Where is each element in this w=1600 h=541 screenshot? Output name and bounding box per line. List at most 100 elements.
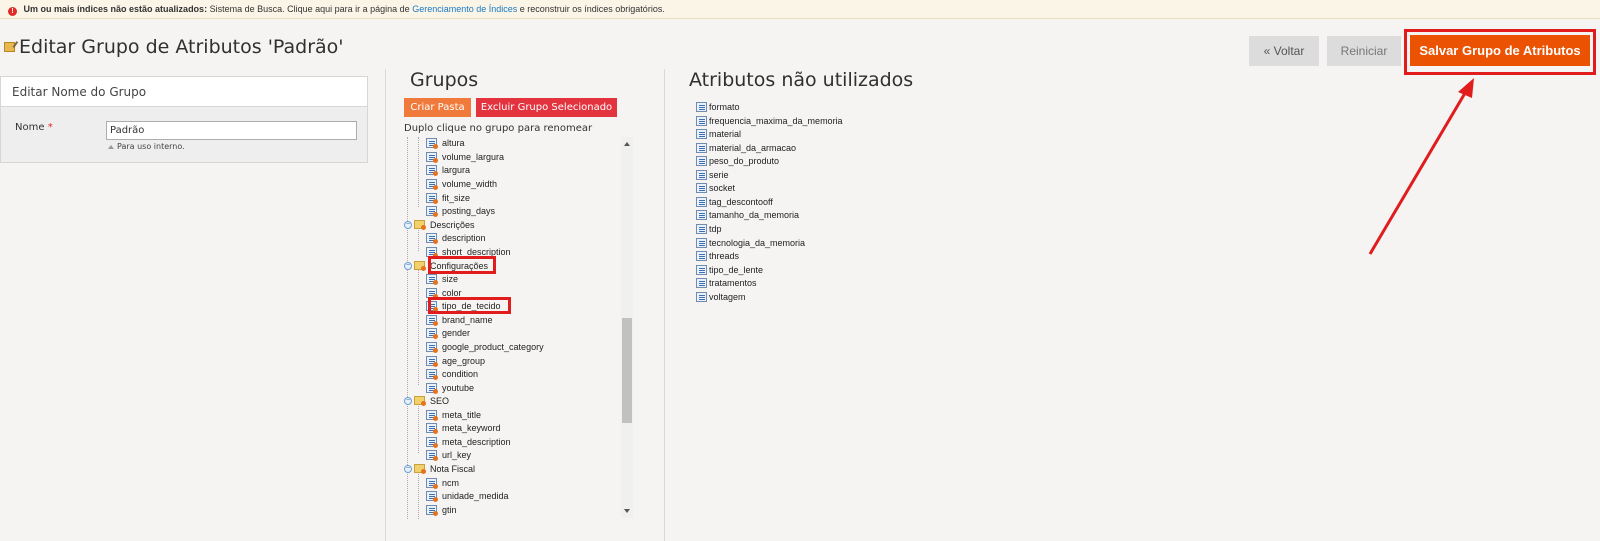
index-management-link[interactable]: Gerenciamento de Índices	[412, 4, 517, 14]
tree-item-label: meta_keyword	[442, 423, 501, 433]
save-attribute-set-button[interactable]: Salvar Grupo de Atributos	[1410, 35, 1590, 66]
attribute-icon	[426, 274, 438, 285]
warning-text: Sistema de Busca. Clique aqui para ir a …	[207, 4, 413, 14]
collapse-toggle-icon[interactable]: −	[404, 221, 412, 229]
tree-item-label: condition	[442, 369, 479, 379]
internal-use-note-text: Para uso interno.	[117, 142, 185, 151]
back-button[interactable]: « Voltar	[1249, 36, 1319, 66]
unused-attribute-label: material	[709, 129, 742, 139]
annotation-arrow	[1368, 78, 1474, 255]
folder-icon	[414, 220, 426, 230]
tree-item-label: brand_name	[442, 315, 493, 325]
attribute-icon	[696, 156, 707, 166]
attribute-icon	[426, 505, 438, 516]
tree-item-label: size	[442, 274, 459, 284]
delete-group-button[interactable]: Excluir Grupo Selecionado	[476, 98, 617, 117]
tree-item-label: largura	[442, 165, 471, 175]
collapse-toggle-icon[interactable]: −	[404, 262, 412, 270]
tree-guide-line	[418, 137, 419, 207]
name-field-label: Nome *	[15, 122, 53, 133]
collapse-toggle-icon[interactable]: −	[404, 397, 412, 405]
tree-item-label: ncm	[442, 478, 460, 488]
tree-item-label: unidade_medida	[442, 491, 509, 501]
tree-item-label: fit_size	[442, 193, 471, 203]
unused-attribute-label: formato	[709, 102, 740, 112]
name-label-text: Nome	[15, 122, 45, 133]
unused-attributes-heading: Atributos não utilizados	[689, 69, 914, 91]
attribute-icon	[426, 206, 438, 217]
attribute-icon	[426, 356, 438, 367]
attribute-icon	[426, 410, 438, 421]
warning-lead: Um ou mais índices não estão atualizados…	[23, 4, 208, 14]
edit-group-icon	[4, 42, 15, 52]
attribute-icon	[426, 437, 438, 448]
tree-item-label: google_product_category	[442, 342, 544, 352]
attribute-icon	[696, 116, 707, 126]
attribute-icon	[426, 491, 438, 502]
configuracoes-highlight	[428, 256, 496, 274]
edit-group-name-heading: Editar Nome do Grupo	[1, 77, 367, 107]
tree-item-label: altura	[442, 138, 465, 148]
tree-item-label: meta_title	[442, 410, 482, 420]
column-divider	[385, 69, 386, 541]
unused-attribute-label: tecnologia_da_memoria	[709, 238, 806, 248]
unused-attribute-label: threads	[709, 251, 740, 261]
attribute-icon	[426, 342, 438, 353]
tree-item-label: posting_days	[442, 206, 496, 216]
warning-tail: e reconstruir os índices obrigatórios.	[517, 4, 665, 14]
tree-item-label: meta_description	[442, 437, 511, 447]
column-divider	[664, 69, 665, 541]
index-warning-bar: ! Um ou mais índices não estão atualizad…	[0, 0, 1600, 19]
tree-item-label: Nota Fiscal	[430, 464, 476, 474]
folder-icon	[414, 396, 426, 406]
attribute-icon	[696, 224, 707, 234]
attribute-icon	[426, 478, 438, 489]
unused-attribute-label: serie	[709, 170, 729, 180]
attribute-icon	[426, 383, 438, 394]
attribute-icon	[696, 292, 707, 302]
attribute-icon	[696, 102, 707, 112]
attribute-icon	[696, 129, 707, 139]
attribute-icon	[696, 143, 707, 153]
attribute-icon	[696, 170, 707, 180]
scroll-down-icon[interactable]	[624, 509, 630, 513]
attribute-icon	[696, 210, 707, 220]
attribute-icon	[696, 197, 707, 207]
unused-attribute-label: frequencia_maxima_da_memoria	[709, 116, 843, 126]
edit-group-name-panel: Editar Nome do Grupo Nome * Para uso int…	[0, 76, 368, 163]
attribute-icon	[426, 138, 438, 149]
collapse-toggle-icon[interactable]: −	[404, 465, 412, 473]
tree-scrollbar[interactable]	[621, 137, 633, 518]
tree-guide-line	[418, 467, 419, 519]
error-icon: !	[8, 7, 17, 16]
tree-item-label: description	[442, 233, 486, 243]
tree-item-label: age_group	[442, 356, 486, 366]
attribute-icon	[696, 251, 707, 261]
unused-attribute-label: tag_descontooff	[709, 197, 773, 207]
attribute-icon	[426, 152, 438, 163]
create-folder-button[interactable]: Criar Pasta	[404, 98, 471, 117]
groups-heading: Grupos	[410, 69, 479, 91]
unused-attribute-label: material_da_armacao	[709, 143, 797, 153]
reset-button[interactable]: Reiniciar	[1327, 36, 1401, 66]
unused-attribute-label: tratamentos	[709, 278, 757, 288]
scroll-up-icon[interactable]	[624, 142, 630, 146]
groups-tree[interactable]: altura volume_largura largura volume_wid…	[403, 137, 633, 519]
unused-attribute-label: tdp	[709, 224, 722, 234]
attribute-icon	[426, 423, 438, 434]
scrollbar-thumb[interactable]	[622, 318, 632, 423]
tree-item-label: Descrições	[430, 220, 475, 230]
attribute-icon	[426, 193, 438, 204]
attribute-icon	[426, 233, 438, 244]
attribute-icon	[426, 179, 438, 190]
group-name-input[interactable]	[106, 121, 357, 140]
unused-attribute-label: socket	[709, 183, 736, 193]
arrow-head	[1458, 78, 1474, 98]
attribute-icon	[696, 265, 707, 275]
attribute-icon	[426, 328, 438, 339]
tree-item-label: url_key	[442, 450, 472, 460]
note-triangle-icon	[108, 145, 114, 149]
tree-item-label: volume_largura	[442, 152, 505, 162]
tree-item-label: SEO	[430, 396, 450, 406]
attribute-icon	[426, 369, 438, 380]
